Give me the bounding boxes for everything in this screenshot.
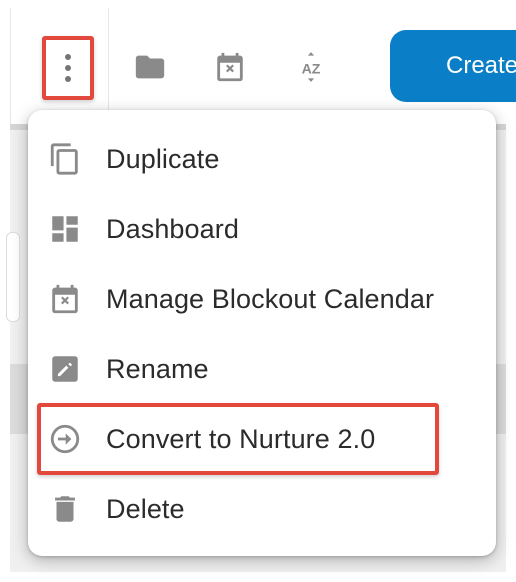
svg-text:AZ: AZ <box>302 61 321 77</box>
toolbar-divider <box>108 8 109 124</box>
menu-item-dashboard[interactable]: Dashboard <box>28 194 496 264</box>
folder-icon[interactable] <box>133 50 167 84</box>
trash-icon <box>48 492 82 526</box>
menu-item-label: Rename <box>106 353 209 384</box>
more-options-button[interactable] <box>42 36 94 100</box>
more-vert-icon <box>44 38 92 98</box>
menu-item-convert-to-nurture[interactable]: Convert to Nurture 2.0 <box>28 404 496 474</box>
menu-item-label: Duplicate <box>106 143 220 174</box>
calendar-x-icon[interactable] <box>213 50 247 84</box>
pencil-icon <box>48 352 82 386</box>
menu-item-label: Delete <box>106 493 185 524</box>
calendar-x-icon <box>48 282 82 316</box>
create-button[interactable]: Create <box>390 30 516 102</box>
more-options-menu: Duplicate Dashboard Manage Blockout Cale… <box>28 110 496 556</box>
menu-item-delete[interactable]: Delete <box>28 474 496 544</box>
arrow-circle-icon <box>48 422 82 456</box>
copy-icon <box>48 142 82 176</box>
menu-item-label: Dashboard <box>106 213 239 244</box>
menu-item-rename[interactable]: Rename <box>28 334 496 404</box>
sort-az-icon[interactable]: AZ <box>294 50 328 84</box>
menu-item-manage-blockout-calendar[interactable]: Manage Blockout Calendar <box>28 264 496 334</box>
menu-item-label: Convert to Nurture 2.0 <box>106 423 376 454</box>
menu-item-duplicate[interactable]: Duplicate <box>28 124 496 194</box>
menu-item-label: Manage Blockout Calendar <box>106 283 435 314</box>
dashboard-icon <box>48 212 82 246</box>
side-panel-tab[interactable] <box>6 232 20 322</box>
